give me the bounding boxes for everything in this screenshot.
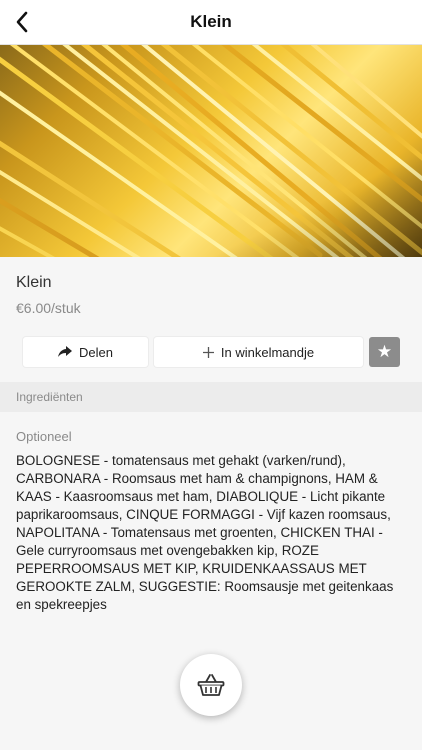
navigation-bar: Klein <box>0 0 422 45</box>
basket-button[interactable] <box>180 654 242 716</box>
ingredients-header-label: Ingrediënten <box>16 390 83 404</box>
share-arrow-icon <box>58 346 73 358</box>
product-price: €6.00/stuk <box>16 300 81 316</box>
optional-label: Optioneel <box>16 429 72 444</box>
ingredients-text: BOLOGNESE - tomatensaus met gehakt (vark… <box>16 453 394 612</box>
spaghetti-photo <box>0 45 422 257</box>
add-to-cart-button[interactable]: In winkelmandje <box>154 337 363 367</box>
basket-icon <box>197 674 225 696</box>
favorite-button[interactable]: ★ <box>369 337 400 367</box>
product-name: Klein <box>16 274 52 291</box>
page-title: Klein <box>190 12 232 31</box>
plus-icon <box>202 346 214 358</box>
product-image <box>0 45 422 257</box>
add-to-cart-label: In winkelmandje <box>220 344 315 360</box>
share-label: Delen <box>79 344 113 360</box>
share-button[interactable]: Delen <box>23 337 148 367</box>
star-icon: ★ <box>376 342 393 361</box>
ingredients-header: Ingrediënten <box>0 382 422 412</box>
